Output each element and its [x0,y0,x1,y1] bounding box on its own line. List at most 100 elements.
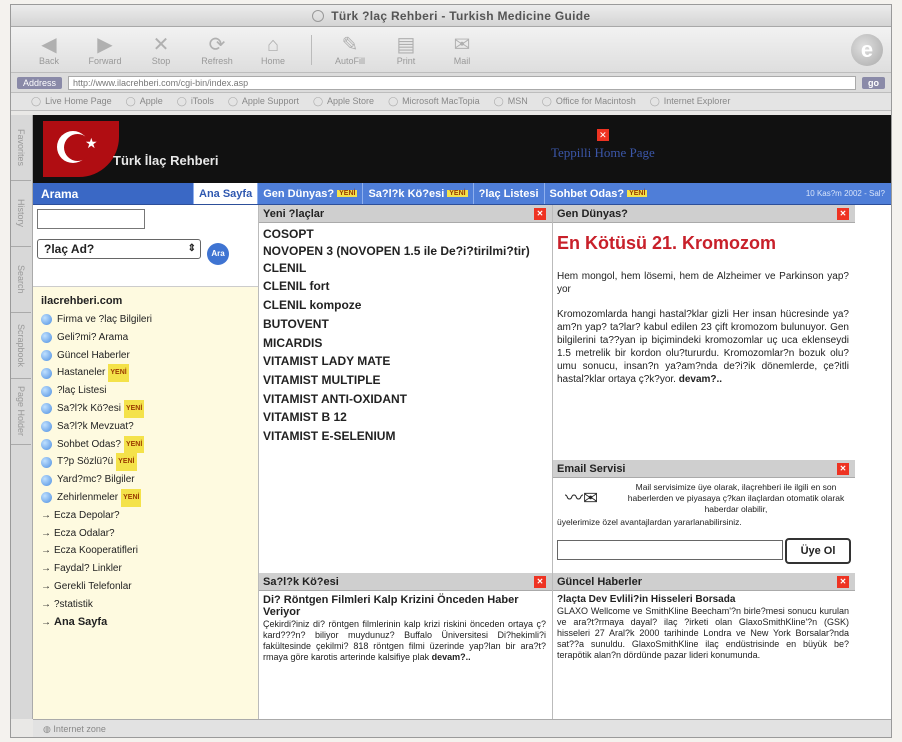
sidebar-item-firma[interactable]: Firma ve ?laç Bilgileri [41,311,258,329]
arrow-right-icon: → [41,580,51,592]
left-sidebar: ?laç Ad? ⇕ Ara ilacrehberi.com Firma ve … [33,205,259,719]
nav-health-corner[interactable]: Sa?l?k Kö?esi YENİ [362,183,472,204]
tab-page-holder[interactable]: Page Holder [11,379,31,445]
stop-button[interactable]: ✕ Stop [133,34,189,66]
fav-apple-support[interactable]: Apple Support [228,96,299,107]
nav-gene-world[interactable]: Gen Dünyas? YENİ [257,183,362,204]
fav-apple-store[interactable]: Apple Store [313,96,374,107]
sidebar-link-depots[interactable]: → Ecza Depolar? [41,507,258,525]
fav-mactopia[interactable]: Microsoft MacTopia [388,96,480,107]
mail-button[interactable]: ✉ Mail [434,34,490,66]
tab-history[interactable]: History [11,181,31,247]
email-text: Mail servisimize üye olarak, ilaçrehberi… [627,482,845,514]
forward-button[interactable]: ▶ Forward [77,34,133,66]
go-button[interactable]: go [862,76,885,89]
globe-icon: ◍ [43,724,54,734]
tab-scrapbook[interactable]: Scrapbook [11,313,31,379]
sidebar-item-drug-list[interactable]: ?laç Listesi [41,382,258,400]
drug-link[interactable]: NOVOPEN 3 (NOVOPEN 1.5 ile De?i?tirilmi?… [261,244,550,259]
bullet-icon [41,456,52,468]
sidebar-link-phones[interactable]: → Gerekli Telefonlar [41,578,258,596]
sidebar-item-chat[interactable]: Sohbet Odas? YENİ [41,435,258,454]
fav-office-mac[interactable]: Office for Macintosh [542,96,636,107]
arrow-right-icon: → [41,509,51,521]
address-input[interactable]: http://www.ilacrehberi.com/cgi-bin/index… [68,75,856,90]
drug-link[interactable]: CLENIL [261,259,550,278]
tab-search[interactable]: Search [11,247,31,313]
sidebar-item-advanced-search[interactable]: Geli?mi? Arama [41,329,258,347]
search-type-select[interactable]: ?laç Ad? ⇕ [37,239,201,259]
drug-link[interactable]: BUTOVENT [261,315,550,334]
news-headline[interactable]: ?laçta Dev Evlili?in Hisseleri Borsada [553,591,855,605]
close-icon[interactable]: ✕ [534,576,546,588]
close-icon[interactable]: ✕ [534,208,546,220]
gene-intro: Hem mongol, hem lösemi, hem de Alzheimer… [557,271,849,295]
autofill-button[interactable]: ✎ AutoFill [322,34,378,66]
health-corner-panel: Sa?l?k Kö?esi ✕ Di? Röntgen Filmleri Kal… [259,573,552,663]
news-body: GLAXO Wellcome ve SmithKline Beecham'?n … [557,606,849,660]
gene-headline[interactable]: En Kötüsü 21. Kromozom [557,233,855,254]
email-field[interactable] [557,540,783,560]
middle-column: Yeni ?laçlar ✕ COSOPT NOVOPEN 3 (NOVOPEN… [259,205,553,719]
close-icon[interactable]: ✕ [837,463,849,475]
panel-header: Email Servisi ✕ [553,460,855,478]
drug-link[interactable]: CLENIL kompoze [261,296,550,315]
health-headline[interactable]: Di? Röntgen Filmleri Kalp Krizini Öncede… [259,591,552,618]
drug-link[interactable]: VITAMIST MULTIPLE [261,371,550,390]
home-button[interactable]: ⌂ Home [245,34,301,66]
close-icon[interactable]: ✕ [837,576,849,588]
home-icon: ⌂ [266,33,280,56]
drug-link[interactable]: VITAMIST B 12 [261,408,550,427]
sidebar-link-useful-links[interactable]: → Faydal? Linkler [41,560,258,578]
sidebar-item-news[interactable]: Güncel Haberler [41,347,258,365]
read-more-link[interactable]: devam?.. [432,652,471,662]
sidebar-link-statistics[interactable]: → ?statistik [41,596,258,614]
sidebar-item-dictionary[interactable]: T?p Sözlü?ü YENİ [41,453,258,472]
fav-apple[interactable]: Apple [126,96,163,107]
drug-link[interactable]: VITAMIST E-SELENIUM [261,427,550,446]
panel-header: Yeni ?laçlar ✕ [259,205,552,223]
print-button[interactable]: ▤ Print [378,34,434,66]
drug-link[interactable]: COSOPT [261,225,550,244]
search-button[interactable]: Ara [207,243,229,265]
fav-live-home-page[interactable]: Live Home Page [31,96,112,107]
pencil-icon: ✎ [341,33,359,56]
favorites-bar: Live Home Page Apple iTools Apple Suppor… [11,93,891,111]
bullet-icon [41,385,52,397]
sidebar-link-chambers[interactable]: → Ecza Odalar? [41,525,258,543]
fav-msn[interactable]: MSN [494,96,528,107]
new-drugs-list: COSOPT NOVOPEN 3 (NOVOPEN 1.5 ile De?i?t… [259,223,552,446]
broken-image-icon: ✕ [596,129,609,141]
banner-ad[interactable]: ✕ Teppilli Home Page [551,129,655,161]
sidebar-link-cooperatives[interactable]: → Ecza Kooperatifleri [41,542,258,560]
back-arrow-icon: ◀ [41,33,57,56]
fav-internet-explorer[interactable]: Internet Explorer [650,96,731,107]
sidebar-item-poisoning[interactable]: Zehirlenmeler YENİ [41,488,258,507]
close-icon[interactable]: ✕ [837,208,849,220]
sidebar-item-help-info[interactable]: Yard?mc? Bilgiler [41,471,258,489]
fav-itools[interactable]: iTools [177,96,214,107]
sidebar-link-home[interactable]: → Ana Sayfa [41,614,258,632]
sidebar-item-legislation[interactable]: Sa?l?k Mevzuat? [41,418,258,436]
tab-favorites[interactable]: Favorites [11,115,31,181]
subscribe-button[interactable]: Üye Ol [785,538,851,564]
read-more-link[interactable]: devam?.. [679,374,722,385]
new-badge: YENİ [121,488,142,507]
search-input[interactable] [37,209,145,229]
nav-chat-room[interactable]: Sohbet Odas? YENİ [543,183,653,204]
nav-home[interactable]: Ana Sayfa [193,183,258,204]
back-button[interactable]: ◀ Back [21,34,77,66]
sidebar-item-hospitals[interactable]: Hastaneler YENİ [41,364,258,383]
drug-link[interactable]: MICARDIS [261,334,550,353]
stop-x-icon: ✕ [152,33,170,56]
sidebar-item-health-corner[interactable]: Sa?l?k Kö?esi YENİ [41,399,258,418]
toolbar-separator [311,34,312,65]
new-drugs-panel: Yeni ?laçlar ✕ COSOPT NOVOPEN 3 (NOVOPEN… [259,205,552,573]
drug-link[interactable]: CLENIL fort [261,277,550,296]
drug-link[interactable]: VITAMIST LADY MATE [261,352,550,371]
nav-search-label: Arama [33,183,193,204]
nav-drug-list[interactable]: ?laç Listesi [472,183,544,204]
status-text: Internet zone [53,724,106,734]
refresh-button[interactable]: ⟳ Refresh [189,34,245,66]
drug-link[interactable]: VITAMIST ANTI-OXIDANT [261,390,550,409]
